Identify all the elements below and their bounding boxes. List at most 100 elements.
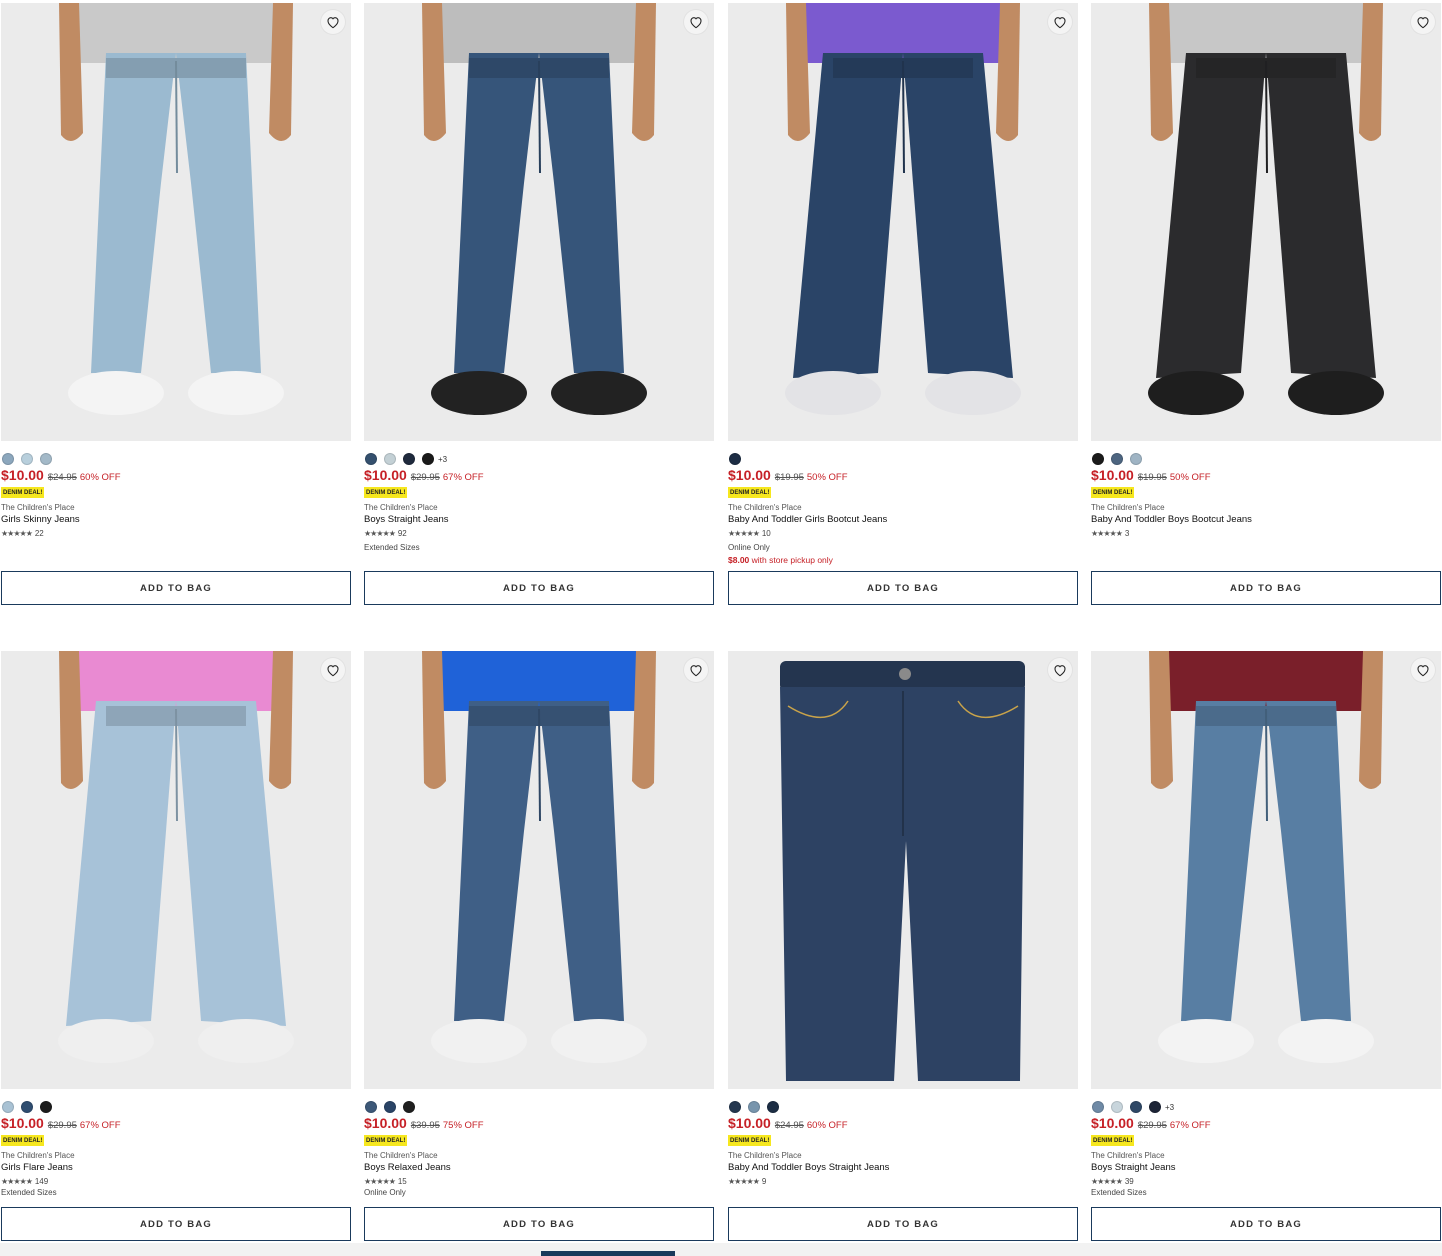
wishlist-heart-icon[interactable] bbox=[321, 658, 345, 682]
product-photo bbox=[58, 651, 294, 1063]
color-swatch[interactable] bbox=[384, 1101, 396, 1113]
right-shoe bbox=[198, 1019, 294, 1063]
wishlist-heart-icon[interactable] bbox=[321, 10, 345, 34]
product-image[interactable] bbox=[728, 3, 1078, 441]
color-swatch[interactable] bbox=[21, 453, 33, 465]
discount-percent: 75% OFF bbox=[442, 1120, 484, 1131]
add-to-bag-button[interactable]: ADD TO BAG bbox=[728, 1207, 1078, 1241]
color-swatch[interactable] bbox=[2, 1101, 14, 1113]
rating[interactable]: ★★★★★ 15 bbox=[364, 1177, 407, 1186]
color-swatch[interactable] bbox=[1092, 1101, 1104, 1113]
review-count: 15 bbox=[397, 1177, 407, 1186]
right-arm bbox=[996, 3, 1020, 142]
add-to-bag-button[interactable]: ADD TO BAG bbox=[1091, 571, 1441, 605]
color-swatch[interactable] bbox=[365, 453, 377, 465]
product-name[interactable]: Boys Straight Jeans bbox=[364, 514, 449, 525]
product-image[interactable] bbox=[1091, 651, 1441, 1089]
color-swatch[interactable] bbox=[403, 1101, 415, 1113]
product-image[interactable] bbox=[1091, 3, 1441, 441]
waist-button bbox=[899, 668, 911, 680]
color-swatch[interactable] bbox=[365, 1101, 377, 1113]
color-swatch[interactable] bbox=[729, 1101, 741, 1113]
add-to-bag-button[interactable]: ADD TO BAG bbox=[1091, 1207, 1441, 1241]
fly-seam bbox=[1265, 60, 1268, 174]
star-rating-icon: ★★★★★ bbox=[364, 529, 396, 538]
color-swatch[interactable] bbox=[422, 453, 434, 465]
add-to-bag-button[interactable]: ADD TO BAG bbox=[728, 571, 1078, 605]
review-count: 10 bbox=[761, 529, 771, 538]
left-arm bbox=[59, 3, 83, 142]
color-swatch[interactable] bbox=[729, 453, 741, 465]
add-to-bag-button[interactable]: ADD TO BAG bbox=[1, 571, 351, 605]
original-price: $24.95 bbox=[774, 1120, 804, 1131]
color-swatch[interactable] bbox=[403, 453, 415, 465]
product-name[interactable]: Girls Skinny Jeans bbox=[1, 514, 80, 525]
left-arm bbox=[422, 3, 446, 142]
rating[interactable]: ★★★★★ 149 bbox=[1, 1177, 48, 1186]
product-image[interactable] bbox=[1, 3, 351, 441]
color-swatch[interactable] bbox=[2, 453, 14, 465]
denim-deal-badge: DENIM DEAL! bbox=[1091, 487, 1135, 498]
wishlist-heart-icon[interactable] bbox=[684, 658, 708, 682]
color-swatch[interactable] bbox=[40, 453, 52, 465]
product-name[interactable]: Baby And Toddler Boys Straight Jeans bbox=[728, 1162, 889, 1173]
product-name[interactable]: Boys Relaxed Jeans bbox=[364, 1162, 451, 1173]
color-swatch[interactable] bbox=[1111, 453, 1123, 465]
price-row: $10.00 $19.95 50% OFF bbox=[728, 467, 848, 485]
product-image[interactable] bbox=[1, 651, 351, 1089]
more-colors-link[interactable]: +3 bbox=[1165, 1103, 1174, 1112]
color-swatch[interactable] bbox=[1130, 1101, 1142, 1113]
product-note: Extended Sizes bbox=[1, 1188, 57, 1197]
color-swatch[interactable] bbox=[40, 1101, 52, 1113]
wishlist-heart-icon[interactable] bbox=[1048, 658, 1072, 682]
color-swatch[interactable] bbox=[748, 1101, 760, 1113]
add-to-bag-button[interactable]: ADD TO BAG bbox=[1, 1207, 351, 1241]
product-image[interactable] bbox=[364, 3, 714, 441]
right-shoe bbox=[1278, 1019, 1374, 1063]
left-leg bbox=[1156, 53, 1266, 378]
star-rating-icon: ★★★★★ bbox=[1091, 529, 1123, 538]
brand-name: The Children's Place bbox=[1, 503, 75, 512]
color-swatch[interactable] bbox=[1130, 453, 1142, 465]
product-name[interactable]: Girls Flare Jeans bbox=[1, 1162, 73, 1173]
star-rating-icon: ★★★★★ bbox=[728, 1177, 760, 1186]
shirt bbox=[1156, 651, 1376, 711]
wishlist-heart-icon[interactable] bbox=[684, 10, 708, 34]
color-swatch[interactable] bbox=[384, 453, 396, 465]
right-leg bbox=[539, 53, 624, 373]
product-name[interactable]: Boys Straight Jeans bbox=[1091, 1162, 1176, 1173]
wishlist-heart-icon[interactable] bbox=[1411, 10, 1435, 34]
wishlist-heart-icon[interactable] bbox=[1048, 10, 1072, 34]
right-shoe bbox=[188, 371, 284, 415]
rating[interactable]: ★★★★★ 3 bbox=[1091, 529, 1129, 538]
color-swatch[interactable] bbox=[767, 1101, 779, 1113]
left-leg bbox=[1181, 701, 1266, 1021]
rating[interactable]: ★★★★★ 92 bbox=[364, 529, 407, 538]
denim-deal-badge: DENIM DEAL! bbox=[364, 487, 408, 498]
color-swatch[interactable] bbox=[1092, 453, 1104, 465]
wishlist-heart-icon[interactable] bbox=[1411, 658, 1435, 682]
sale-price: $10.00 bbox=[728, 1115, 771, 1131]
rating[interactable]: ★★★★★ 39 bbox=[1091, 1177, 1134, 1186]
add-to-bag-button[interactable]: ADD TO BAG bbox=[364, 571, 714, 605]
rating[interactable]: ★★★★★ 9 bbox=[728, 1177, 766, 1186]
left-arm bbox=[59, 651, 83, 790]
color-swatch[interactable] bbox=[1149, 1101, 1161, 1113]
review-count: 39 bbox=[1124, 1177, 1134, 1186]
product-name[interactable]: Baby And Toddler Boys Bootcut Jeans bbox=[1091, 514, 1252, 525]
color-swatch[interactable] bbox=[21, 1101, 33, 1113]
product-photo bbox=[422, 3, 656, 415]
product-name[interactable]: Baby And Toddler Girls Bootcut Jeans bbox=[728, 514, 887, 525]
left-shoe bbox=[1148, 371, 1244, 415]
rating[interactable]: ★★★★★ 10 bbox=[728, 529, 771, 538]
rating[interactable]: ★★★★★ 22 bbox=[1, 529, 44, 538]
color-swatch[interactable] bbox=[1111, 1101, 1123, 1113]
load-more-button[interactable] bbox=[541, 1251, 675, 1256]
add-to-bag-button[interactable]: ADD TO BAG bbox=[364, 1207, 714, 1241]
product-image[interactable] bbox=[728, 651, 1078, 1089]
more-colors-link[interactable]: +3 bbox=[438, 455, 447, 464]
fly-seam bbox=[538, 708, 541, 822]
brand-name: The Children's Place bbox=[728, 1151, 802, 1160]
product-image[interactable] bbox=[364, 651, 714, 1089]
review-count: 9 bbox=[761, 1177, 767, 1186]
